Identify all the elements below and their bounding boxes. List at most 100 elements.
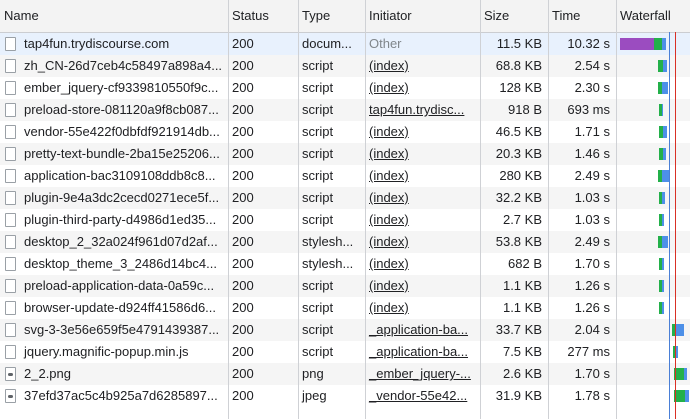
waterfall-bar-download [684,368,687,380]
request-time: 1.70 s [574,256,610,271]
request-name: ember_jquery-cf9339810550f9c... [24,80,219,95]
request-status: 200 [232,146,254,161]
request-size: 31.9 KB [495,388,542,403]
column-header-size[interactable]: Size [480,0,548,32]
request-name: browser-update-d924ff41586d6... [24,300,217,315]
request-initiator[interactable]: (index) [365,143,478,165]
request-time: 277 ms [567,344,610,359]
request-size: 1.1 KB [502,278,542,293]
column-header-type[interactable]: Type [298,0,365,32]
request-time: 2.54 s [574,58,610,73]
request-initiator[interactable]: (index) [365,121,478,143]
request-size: 11.5 KB [496,36,542,51]
request-row[interactable]: ember_jquery-cf9339810550f9c... 200 script… [0,77,690,99]
request-row[interactable]: browser-update-d924ff41586d6... 200 script… [0,297,690,319]
request-type: jpeg [302,388,327,403]
request-status: 200 [232,234,254,249]
request-initiator[interactable]: _application-ba... [365,319,478,341]
column-header-name[interactable]: Name [0,0,228,32]
request-type: script [302,58,334,73]
request-row[interactable]: zh_CN-26d7ceb4c58497a898a4... 200 script (i… [0,55,690,77]
request-row[interactable]: application-bac3109108ddb8c8... 200 script… [0,165,690,187]
request-row[interactable]: 37efd37ac5c4b925a7d6285897... 200 jpeg _ven… [0,385,690,407]
waterfall-chart [616,33,690,419]
request-size: 128 KB [499,80,542,95]
request-initiator[interactable]: (index) [365,77,478,99]
request-time: 1.71 s [574,124,610,139]
request-initiator[interactable]: _vendor-55e42... [365,385,478,407]
request-time: 1.78 s [574,388,610,403]
request-status: 200 [232,256,254,271]
request-status: 200 [232,124,254,139]
load-marker [675,32,676,419]
request-name: desktop_theme_3_2486d14bc4... [24,256,217,271]
column-divider [228,0,229,419]
request-status: 200 [232,80,254,95]
request-initiator[interactable]: _application-ba... [365,341,478,363]
request-row[interactable]: desktop_theme_3_2486d14bc4... 200 stylesh.… [0,253,690,275]
request-initiator[interactable]: (index) [365,55,478,77]
request-row[interactable]: vendor-55e422f0dbfdf921914db... 200 script… [0,121,690,143]
waterfall-bar-download [662,104,663,116]
column-header-waterfall[interactable]: Waterfall [616,0,690,32]
request-type: script [302,212,334,227]
request-size: 280 KB [499,168,542,183]
request-row[interactable]: plugin-third-party-d4986d1ed35... 200 scri… [0,209,690,231]
request-initiator[interactable]: (index) [365,231,478,253]
request-name: 37efd37ac5c4b925a7d6285897... [24,388,218,403]
request-initiator[interactable]: tap4fun.trydisc... [365,99,478,121]
file-icon [5,279,16,293]
request-row[interactable]: tap4fun.trydiscourse.com 200 docum... Other… [0,33,690,55]
request-time: 1.03 s [574,212,610,227]
request-time: 1.70 s [574,366,610,381]
network-panel: Name Status Type Initiator Size Time Wat… [0,0,690,419]
request-row[interactable]: pretty-text-bundle-2ba15e25206... 200 scri… [0,143,690,165]
request-initiator[interactable]: (index) [365,253,478,275]
column-divider [298,0,299,419]
waterfall-bar-download [662,302,664,314]
request-status: 200 [232,388,254,403]
request-size: 7.5 KB [502,344,542,359]
column-header-status[interactable]: Status [228,0,298,32]
request-type: docum... [302,36,352,51]
column-header-time[interactable]: Time [548,0,616,32]
request-initiator[interactable]: (index) [365,275,478,297]
waterfall-bar-download [663,148,666,160]
request-initiator[interactable]: (index) [365,297,478,319]
request-type: stylesh... [302,234,354,249]
request-row[interactable]: preload-application-data-0a59c... 200 scri… [0,275,690,297]
request-status: 200 [232,102,254,117]
request-status: 200 [232,36,254,51]
file-icon [5,81,16,95]
waterfall-bar-download [676,324,684,336]
image-icon [5,389,16,403]
request-type: script [302,190,334,205]
image-icon [5,367,16,381]
request-row[interactable]: plugin-9e4a3dc2cecd0271ece5f... 200 script… [0,187,690,209]
request-initiator[interactable]: (index) [365,187,478,209]
domcontentloaded-marker [669,32,670,419]
request-type: script [302,322,334,337]
request-row[interactable]: svg-3-3e56e659f5e4791439387... 200 script _… [0,319,690,341]
request-status: 200 [232,278,254,293]
request-name: plugin-third-party-d4986d1ed35... [24,212,217,227]
request-status: 200 [232,366,254,381]
request-time: 1.46 s [574,146,610,161]
request-row[interactable]: preload-store-081120a9f8cb087... 200 scrip… [0,99,690,121]
file-icon [5,169,16,183]
file-icon [5,59,16,73]
waterfall-bar-download [663,126,667,138]
request-row[interactable]: jquery.magnific-popup.min.js 200 script _ap… [0,341,690,363]
column-header-initiator[interactable]: Initiator [365,0,480,32]
request-name: vendor-55e422f0dbfdf921914db... [24,124,220,139]
request-row[interactable]: 2_2.png 200 png _ember_jquery-... 2.6 KB 1.70… [0,363,690,385]
request-status: 200 [232,322,254,337]
request-initiator[interactable]: (index) [365,165,478,187]
request-row[interactable]: desktop_2_32a024f961d07d2af... 200 stylesh… [0,231,690,253]
request-initiator[interactable]: _ember_jquery-... [365,363,478,385]
file-icon [5,345,16,359]
request-time: 2.49 s [574,234,610,249]
file-icon [5,37,16,51]
request-size: 2.7 KB [502,212,542,227]
request-initiator[interactable]: (index) [365,209,478,231]
